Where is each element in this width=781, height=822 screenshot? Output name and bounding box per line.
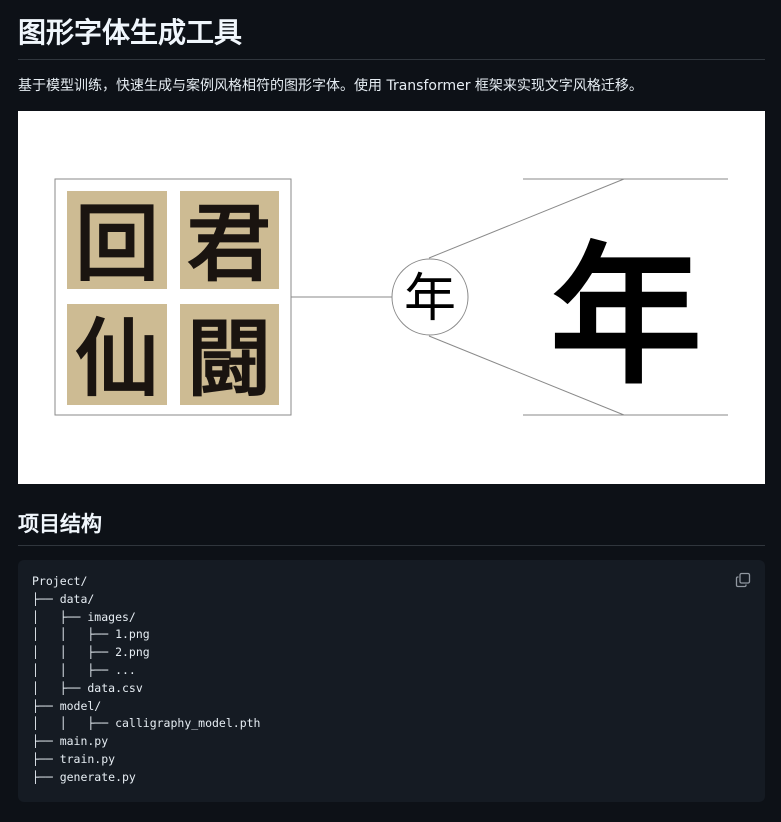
style-transfer-illustration: 回 君 仙 闘 年 年 [18,111,765,484]
readme-page: 图形字体生成工具 基于模型训练，快速生成与案例风格相符的图形字体。使用 Tran… [0,0,781,822]
sample-char-hui: 回 [75,195,159,293]
code-line: │ │ ├── calligraphy_model.pth [32,716,261,731]
code-line: ├── train.py [32,751,116,766]
sample-char-jun: 君 [187,195,271,293]
code-line: ├── generate.py [32,769,136,784]
sample-char-dou: 闘 [187,310,271,408]
section-heading: 项目结构 [18,506,765,546]
code-line: ├── data/ [32,591,95,606]
code-line: ├── model/ [32,698,102,713]
code-line: │ │ ├── 1.png [32,627,150,642]
code-line: │ ├── images/ [32,609,136,624]
code-line: │ │ ├── ... [32,662,136,677]
page-title: 图形字体生成工具 [18,10,765,60]
intro-paragraph: 基于模型训练，快速生成与案例风格相符的图形字体。使用 Transformer 框… [18,78,643,94]
page-title-text: 图形字体生成工具 [18,16,243,49]
project-structure-code-block[interactable]: Project/ ├── data/ │ ├── images/ │ │ ├──… [18,560,765,802]
copy-icon[interactable] [735,572,751,588]
code-content: Project/ ├── data/ │ ├── images/ │ │ ├──… [32,573,751,787]
code-line: │ ├── data.csv [32,680,143,695]
input-char: 年 [404,269,456,329]
code-line: ├── main.py [32,734,109,749]
code-line: │ │ ├── 2.png [32,645,150,660]
output-char: 年 [550,228,702,405]
sample-char-xian: 仙 [75,310,159,408]
code-line: Project/ [32,574,88,588]
section-heading-text: 项目结构 [18,512,102,536]
